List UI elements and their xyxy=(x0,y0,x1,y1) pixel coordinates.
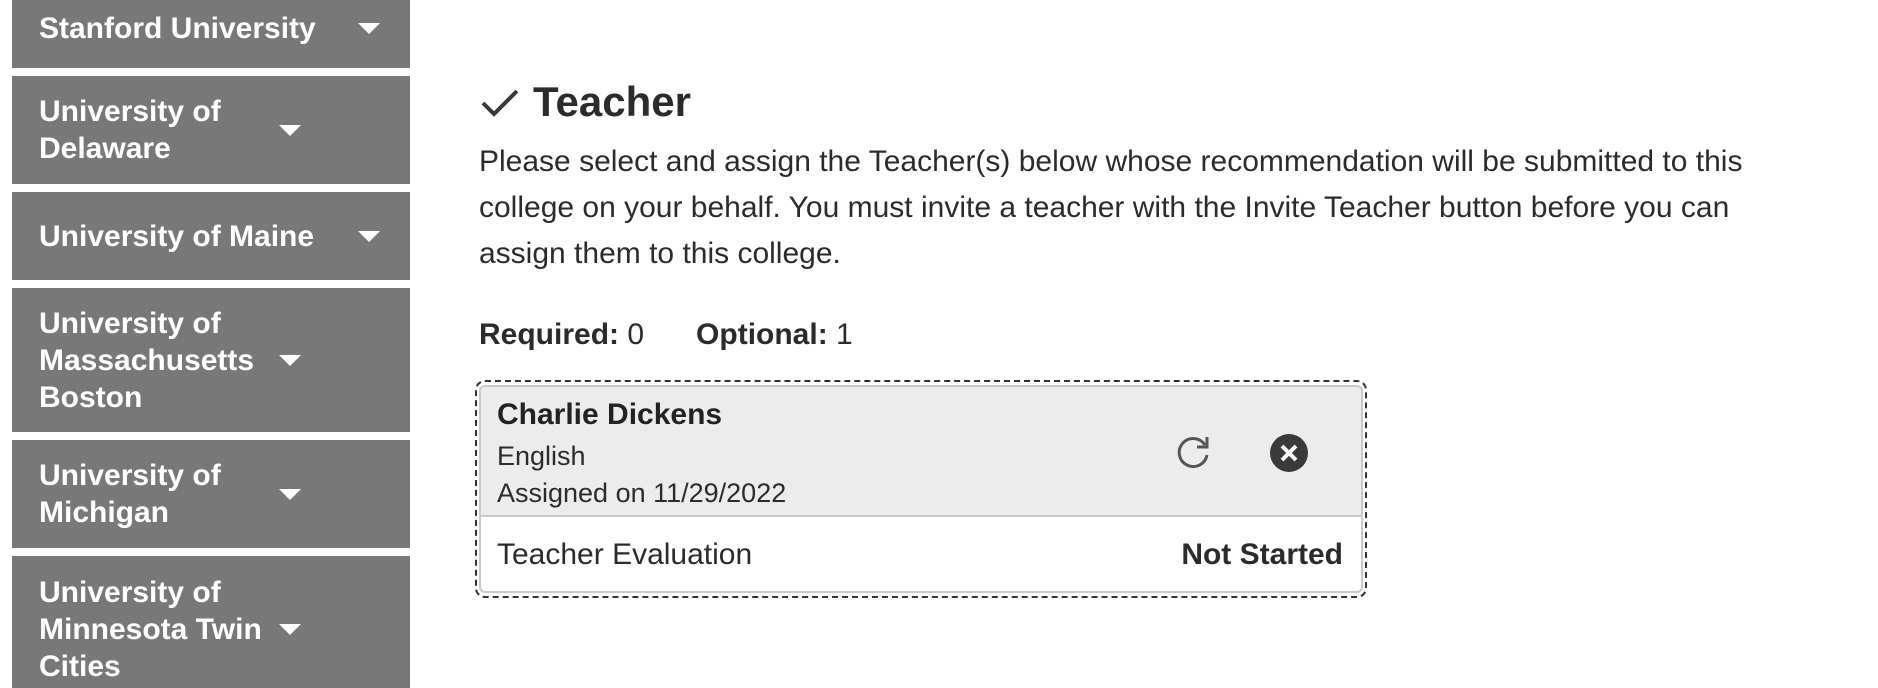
recommendation-counts: Required: 0 Optional: 1 xyxy=(479,316,905,354)
section-description: Please select and assign the Teacher(s) … xyxy=(479,145,1743,270)
teacher-card-dropzone: Charlie Dickens English Assigned on 11/2… xyxy=(475,380,1367,598)
section-header: Teacher xyxy=(479,78,691,126)
chevron-down-icon xyxy=(279,488,301,500)
optional-count: Optional: 1 xyxy=(696,316,853,354)
sidebar-item-umass-boston[interactable]: University of Massachusetts Boston xyxy=(12,288,410,432)
assigned-date: Assigned on 11/29/2022 xyxy=(497,478,787,508)
page: Stanford University University of Delawa… xyxy=(0,0,1878,688)
evaluation-status: Not Started xyxy=(1181,538,1343,571)
chevron-down-icon xyxy=(358,22,380,34)
check-icon xyxy=(481,89,519,117)
chevron-down-icon xyxy=(279,124,301,136)
sidebar-item-label: Stanford University xyxy=(39,11,316,45)
evaluation-label: Teacher Evaluation xyxy=(497,538,753,571)
teacher-card: Charlie Dickens English Assigned on 11/2… xyxy=(479,385,1363,593)
sidebar-item-label: University of Delaware xyxy=(39,95,221,165)
required-label: Required: xyxy=(479,318,620,351)
sidebar-item-label: University of Massachusetts Boston xyxy=(39,306,255,414)
sidebar-item-label: University of Minnesota Twin Cities xyxy=(39,575,262,683)
close-circle-icon[interactable] xyxy=(1267,431,1311,475)
optional-value: 1 xyxy=(836,318,853,351)
teacher-subject: English xyxy=(497,441,586,471)
sidebar-item-label: University of Michigan xyxy=(39,459,221,529)
teacher-evaluation-row: Teacher Evaluation Not Started xyxy=(481,517,1361,591)
chevron-down-icon xyxy=(279,623,301,635)
optional-label: Optional: xyxy=(696,318,828,351)
required-value: 0 xyxy=(627,318,645,351)
sidebar-item-label: University of Maine xyxy=(39,219,315,253)
chevron-down-icon xyxy=(279,354,301,366)
chevron-down-icon xyxy=(358,230,380,242)
required-count: Required: 0 xyxy=(479,316,644,354)
sidebar-item-maine[interactable]: University of Maine xyxy=(12,192,410,280)
sidebar-item-michigan[interactable]: University of Michigan xyxy=(12,440,410,548)
section-title: Teacher xyxy=(533,78,691,125)
sidebar-item-minnesota[interactable]: University of Minnesota Twin Cities xyxy=(12,556,410,688)
teacher-card-header: Charlie Dickens English Assigned on 11/2… xyxy=(481,387,1361,517)
sidebar-item-delaware[interactable]: University of Delaware xyxy=(12,76,410,184)
sidebar-item-stanford[interactable]: Stanford University xyxy=(12,0,410,68)
teacher-name: Charlie Dickens xyxy=(497,398,723,431)
college-list-sidebar: Stanford University University of Delawa… xyxy=(12,0,410,688)
refresh-icon[interactable] xyxy=(1171,431,1215,475)
main-content: Teacher Please select and assign the Tea… xyxy=(475,0,1859,688)
